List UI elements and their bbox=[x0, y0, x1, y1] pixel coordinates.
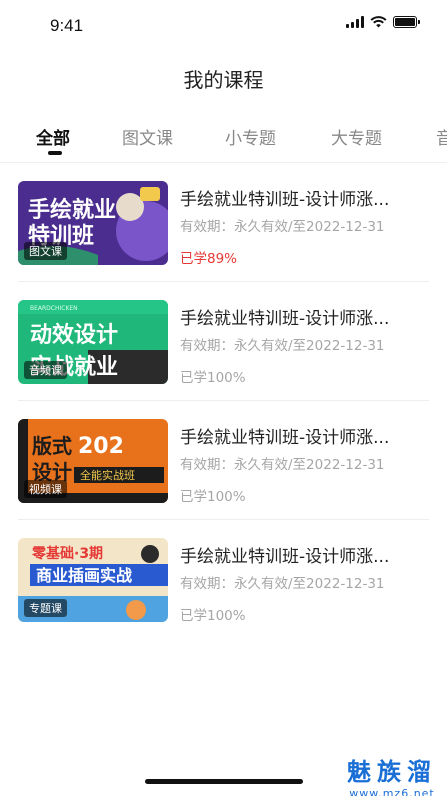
course-progress: 已学100% bbox=[180, 608, 246, 624]
course-thumbnail: 手绘就业 特训班 图文课 bbox=[18, 181, 168, 265]
tab-big-topic[interactable]: 大专题 bbox=[331, 124, 382, 149]
course-title: 手绘就业特训班-设计师涨... bbox=[180, 190, 390, 210]
svg-text:动效设计: 动效设计 bbox=[30, 322, 118, 348]
wifi-icon bbox=[370, 16, 387, 28]
course-progress: 已学89% bbox=[180, 251, 238, 267]
course-validity: 有效期：永久有效/至2022-12-31 bbox=[180, 457, 385, 473]
cellular-signal-icon bbox=[346, 16, 364, 28]
svg-text:202: 202 bbox=[78, 434, 124, 459]
course-item[interactable]: BEARDCHICKEN 动效设计 实战就业 音频课 手绘就业特训班-设计师涨.… bbox=[0, 282, 447, 401]
course-list: 手绘就业 特训班 图文课 手绘就业特训班-设计师涨... 有效期：永久有效/至2… bbox=[0, 163, 447, 639]
course-validity: 有效期：永久有效/至2022-12-31 bbox=[180, 338, 385, 354]
course-progress: 已学100% bbox=[180, 489, 246, 505]
category-tabs: 全部 图文课 小专题 大专题 音 bbox=[0, 118, 447, 162]
course-type-tag: 专题课 bbox=[24, 599, 67, 617]
svg-text:商业插画实战: 商业插画实战 bbox=[36, 566, 132, 585]
status-bar: 9:41 bbox=[0, 0, 447, 50]
tab-all[interactable]: 全部 bbox=[36, 124, 70, 149]
course-type-tag: 视频课 bbox=[24, 480, 67, 498]
course-progress: 已学100% bbox=[180, 370, 246, 386]
svg-text:BEARDCHICKEN: BEARDCHICKEN bbox=[30, 305, 78, 312]
course-title: 手绘就业特训班-设计师涨... bbox=[180, 547, 390, 567]
tab-audio[interactable]: 音 bbox=[436, 124, 447, 149]
svg-text:零基础·3期: 零基础·3期 bbox=[31, 545, 103, 562]
course-type-tag: 音频课 bbox=[24, 361, 67, 379]
course-item[interactable]: 手绘就业 特训班 图文课 手绘就业特训班-设计师涨... 有效期：永久有效/至2… bbox=[0, 163, 447, 282]
active-tab-indicator bbox=[48, 151, 62, 155]
status-icons bbox=[346, 16, 420, 28]
page-title: 我的课程 bbox=[183, 68, 264, 92]
watermark-main-text: 魅族溜 bbox=[347, 758, 437, 786]
course-type-tag: 图文课 bbox=[24, 242, 67, 260]
battery-icon bbox=[393, 16, 420, 28]
svg-text:全能实战班: 全能实战班 bbox=[80, 468, 135, 482]
course-validity: 有效期：永久有效/至2022-12-31 bbox=[180, 576, 385, 592]
course-title: 手绘就业特训班-设计师涨... bbox=[180, 309, 390, 329]
course-thumbnail: BEARDCHICKEN 动效设计 实战就业 音频课 bbox=[18, 300, 168, 384]
svg-text:版式: 版式 bbox=[32, 434, 72, 458]
tab-small-topic[interactable]: 小专题 bbox=[225, 124, 276, 149]
status-time: 9:41 bbox=[50, 16, 84, 35]
watermark-url: www.mz6.net bbox=[349, 787, 435, 796]
course-thumbnail: 零基础·3期 商业插画实战 专题课 bbox=[18, 538, 168, 622]
tab-graphic-course[interactable]: 图文课 bbox=[122, 124, 173, 149]
svg-text:手绘就业: 手绘就业 bbox=[28, 197, 116, 223]
course-item[interactable]: 零基础·3期 商业插画实战 专题课 手绘就业特训班-设计师涨... 有效期：永久… bbox=[0, 520, 447, 639]
course-validity: 有效期：永久有效/至2022-12-31 bbox=[180, 219, 385, 235]
course-thumbnail: 版式 202 设计 全能实战班 视频课 bbox=[18, 419, 168, 503]
course-title: 手绘就业特训班-设计师涨... bbox=[180, 428, 390, 448]
home-indicator[interactable] bbox=[145, 779, 303, 784]
watermark: 魅族溜 www.mz6.net bbox=[347, 752, 437, 796]
course-item[interactable]: 版式 202 设计 全能实战班 视频课 手绘就业特训班-设计师涨... 有效期：… bbox=[0, 401, 447, 520]
